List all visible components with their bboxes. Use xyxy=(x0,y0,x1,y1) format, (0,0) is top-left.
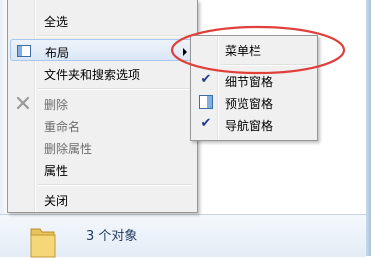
submenu-item-preview-pane[interactable]: 预览窗格 xyxy=(193,91,313,113)
menu-item-label: 删除属性 xyxy=(44,142,93,156)
item-count-text: 3 个对象 xyxy=(86,229,138,244)
menu-item-close[interactable]: 关闭 xyxy=(10,188,194,210)
layout-submenu: 菜单栏 ✔ 细节窗格 预览窗格 ✔ 导航窗格 xyxy=(190,35,318,141)
submenu-item-navigation-pane[interactable]: ✔ 导航窗格 xyxy=(193,113,313,135)
layout-icon xyxy=(17,45,31,57)
submenu-item-details-pane[interactable]: ✔ 细节窗格 xyxy=(193,69,313,91)
delete-x-icon xyxy=(16,96,30,110)
window-border xyxy=(366,0,371,256)
menu-item-label: 菜单栏 xyxy=(225,44,262,58)
menu-separator xyxy=(38,35,192,37)
details-pane: 3 个对象 xyxy=(0,214,366,258)
menu-item-label: 文件夹和搜索选项 xyxy=(44,68,141,82)
menu-item-folder-search-options[interactable]: 文件夹和搜索选项 xyxy=(10,62,194,84)
menu-item-label: 细节窗格 xyxy=(225,75,274,89)
menu-separator xyxy=(38,88,192,90)
menu-item-rename[interactable]: 重命名 xyxy=(10,114,194,136)
menu-item-label: 删除 xyxy=(44,98,69,112)
submenu-item-menu-bar[interactable]: 菜单栏 xyxy=(193,38,313,60)
menu-separator xyxy=(221,64,313,66)
menu-item-delete[interactable]: 删除 xyxy=(10,92,194,114)
menu-item-label: 关闭 xyxy=(44,194,69,208)
preview-pane-icon xyxy=(199,95,213,109)
checkmark-icon: ✔ xyxy=(200,72,212,87)
menu-item-label: 预览窗格 xyxy=(225,97,274,111)
menu-item-label: 导航窗格 xyxy=(225,119,274,133)
menu-item-label: 全选 xyxy=(44,15,69,29)
checkmark-icon: ✔ xyxy=(200,116,212,131)
folder-icon xyxy=(30,228,56,258)
menu-item-label: 属性 xyxy=(44,164,69,178)
navigation-pane-edge xyxy=(0,0,6,214)
menu-separator xyxy=(38,184,192,186)
menu-item-select-all[interactable]: 全选 xyxy=(10,9,194,31)
menu-item-properties[interactable]: 属性 xyxy=(10,158,194,180)
menu-item-remove-properties[interactable]: 删除属性 xyxy=(10,136,194,158)
menu-item-layout[interactable]: 布局 xyxy=(10,39,194,61)
menu-item-label: 重命名 xyxy=(44,120,81,134)
organize-menu: 全选 布局 文件夹和搜索选项 删除 重命名 删除属性 属性 关闭 xyxy=(7,0,198,213)
menu-item-label: 布局 xyxy=(45,46,70,60)
submenu-arrow-icon xyxy=(183,48,187,56)
